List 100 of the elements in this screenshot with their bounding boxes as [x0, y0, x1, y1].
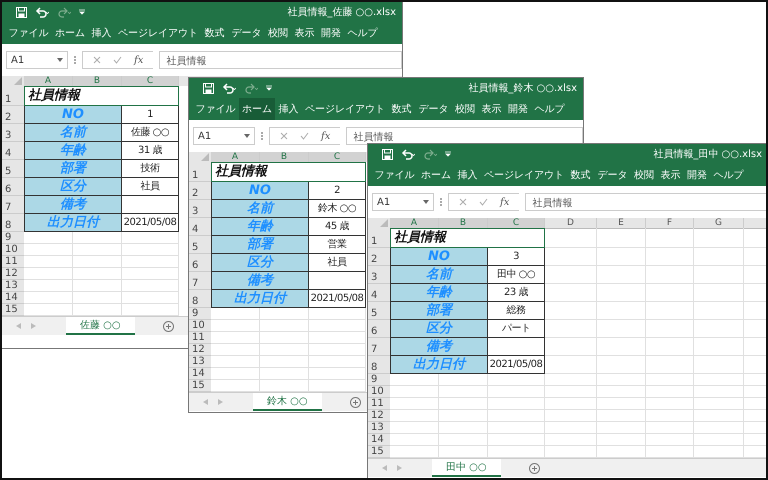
empty-cell[interactable]	[488, 422, 545, 434]
row-header[interactable]: 4	[2, 142, 24, 160]
redo-icon[interactable]	[423, 148, 437, 160]
row-header[interactable]: 11	[189, 332, 211, 344]
ribbon-tab[interactable]: データ	[594, 164, 631, 186]
ribbon-tab[interactable]: 数式	[567, 164, 594, 186]
empty-cell[interactable]	[597, 266, 646, 284]
empty-cell[interactable]	[646, 320, 694, 338]
empty-cell[interactable]	[260, 332, 309, 344]
empty-cell[interactable]	[597, 422, 646, 434]
empty-cell[interactable]	[122, 256, 179, 268]
empty-cell[interactable]	[545, 422, 597, 434]
empty-cell[interactable]	[597, 356, 646, 374]
empty-cell[interactable]	[439, 410, 488, 422]
row-header[interactable]: 6	[368, 320, 390, 338]
empty-cell[interactable]	[545, 410, 597, 422]
dropdown-caret-icon[interactable]	[423, 200, 429, 204]
cancel-icon[interactable]	[280, 132, 288, 140]
empty-cell[interactable]	[309, 332, 366, 344]
empty-cell[interactable]	[545, 434, 597, 446]
row-header[interactable]: 4	[368, 284, 390, 302]
field-value-cell[interactable]: 営業	[309, 236, 366, 254]
empty-cell[interactable]	[597, 302, 646, 320]
field-value-cell[interactable]: 社員	[122, 178, 179, 196]
column-header[interactable]: A	[390, 218, 439, 229]
row-header[interactable]: 6	[189, 254, 211, 272]
field-value-cell[interactable]: 技術	[122, 160, 179, 178]
add-sheet-icon[interactable]	[350, 396, 361, 408]
column-header[interactable]: F	[646, 218, 694, 229]
ribbon-tab[interactable]: 表示	[657, 164, 684, 186]
scroll-left-icon[interactable]	[382, 465, 387, 471]
field-value-cell[interactable]: 45 歳	[309, 218, 366, 236]
row-header[interactable]: 12	[2, 268, 24, 280]
row-header[interactable]: 12	[189, 344, 211, 356]
empty-cell[interactable]	[545, 338, 597, 356]
field-value-cell[interactable]: 総務	[488, 302, 545, 320]
column-header[interactable]: C	[488, 218, 545, 229]
empty-cell[interactable]	[646, 284, 694, 302]
empty-cell[interactable]	[73, 232, 122, 244]
empty-cell[interactable]	[309, 344, 366, 356]
sheet-tab[interactable]: 田中 ○○	[432, 459, 501, 477]
row-header[interactable]: 3	[2, 124, 24, 142]
ribbon-tab[interactable]: ホーム	[418, 164, 454, 186]
field-value-cell[interactable]: 2021/05/08	[488, 356, 545, 374]
empty-cell[interactable]	[309, 320, 366, 332]
dropdown-caret-icon[interactable]	[244, 134, 250, 138]
empty-cell[interactable]	[545, 386, 597, 398]
row-header[interactable]: 12	[368, 410, 390, 422]
empty-cell[interactable]	[597, 320, 646, 338]
column-header[interactable]: A	[211, 152, 260, 163]
empty-cell[interactable]	[597, 398, 646, 410]
empty-cell[interactable]	[694, 266, 744, 284]
dropdown-caret-icon[interactable]	[57, 58, 63, 62]
row-header[interactable]: 10	[368, 386, 390, 398]
ribbon-tab[interactable]: ファイル	[5, 22, 52, 44]
ribbon-tab[interactable]: 挿入	[454, 164, 481, 186]
empty-cell[interactable]	[439, 374, 488, 386]
empty-cell[interactable]	[73, 280, 122, 292]
row-header[interactable]: 3	[189, 200, 211, 218]
empty-cell[interactable]	[309, 356, 366, 368]
drag-handle-icon[interactable]	[74, 55, 76, 65]
field-value-cell[interactable]: パート	[488, 320, 545, 338]
field-value-cell[interactable]: 鈴木 ○○	[309, 200, 366, 218]
row-header[interactable]: 1	[2, 86, 24, 106]
empty-cell[interactable]	[646, 422, 694, 434]
insert-function-button[interactable]: fx	[321, 130, 330, 142]
field-value-cell[interactable]	[122, 196, 179, 214]
ribbon-tab[interactable]: 数式	[201, 22, 228, 44]
ribbon-tab[interactable]: ヘルプ	[344, 22, 381, 44]
row-header[interactable]: 8	[2, 214, 24, 232]
empty-cell[interactable]	[73, 292, 122, 304]
insert-function-button[interactable]: fx	[500, 196, 510, 208]
field-value-cell[interactable]: 23 歳	[488, 284, 545, 302]
field-value-cell[interactable]	[488, 338, 545, 356]
field-value-cell[interactable]: 佐藤 ○○	[122, 124, 179, 142]
field-value-cell[interactable]: 1	[122, 106, 179, 124]
sheet-tab[interactable]: 鈴木 ○○	[253, 393, 322, 411]
empty-cell[interactable]	[646, 228, 694, 248]
customize-caret-icon[interactable]	[266, 85, 272, 91]
empty-cell[interactable]	[694, 320, 744, 338]
empty-cell[interactable]	[122, 280, 179, 292]
row-header[interactable]: 9	[2, 232, 24, 244]
empty-cell[interactable]	[694, 410, 744, 422]
row-header[interactable]: 11	[368, 398, 390, 410]
save-icon[interactable]	[16, 6, 27, 18]
column-header[interactable]: C	[122, 76, 179, 87]
empty-cell[interactable]	[545, 302, 597, 320]
ribbon-tab[interactable]: ページレイアウト	[114, 22, 202, 44]
empty-cell[interactable]	[694, 386, 744, 398]
column-header[interactable]: E	[597, 218, 646, 229]
empty-cell[interactable]	[646, 302, 694, 320]
empty-cell[interactable]	[694, 434, 744, 446]
customize-caret-icon[interactable]	[445, 151, 451, 157]
ribbon-tab[interactable]: 開発	[318, 22, 344, 44]
empty-cell[interactable]	[545, 398, 597, 410]
save-icon[interactable]	[203, 82, 214, 94]
row-header[interactable]: 15	[368, 446, 390, 458]
add-sheet-icon[interactable]	[528, 462, 540, 474]
empty-cell[interactable]	[694, 284, 744, 302]
scroll-right-icon[interactable]	[31, 323, 36, 329]
